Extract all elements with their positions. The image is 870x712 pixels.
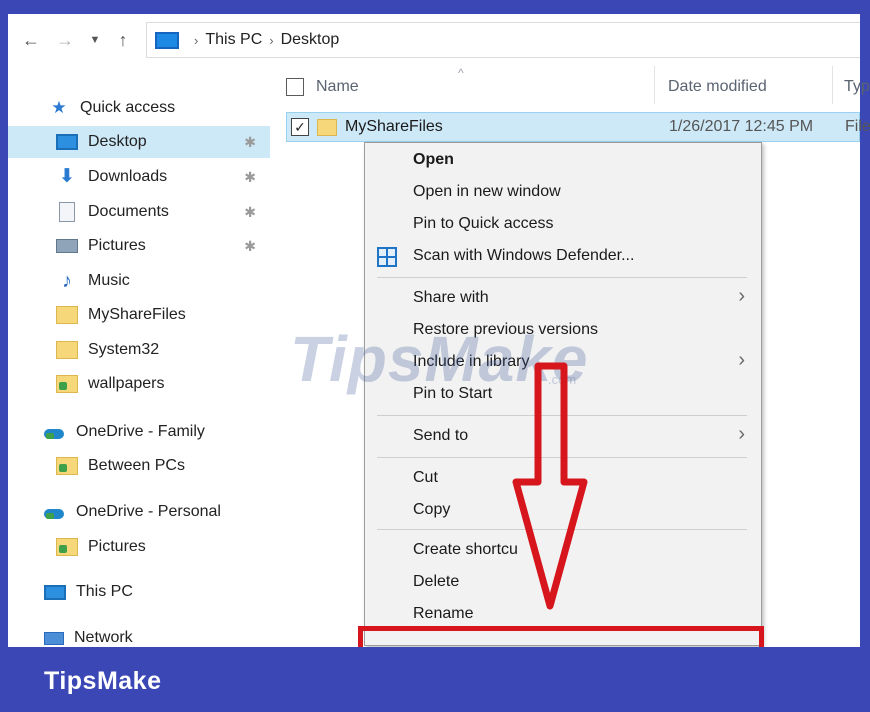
star-icon: ★ — [51, 98, 67, 117]
sidebar-item-label: MyShareFiles — [88, 306, 186, 323]
document-icon — [59, 202, 75, 222]
sidebar-item-documents[interactable]: Documents ✱ — [8, 196, 270, 228]
select-all-checkbox[interactable] — [286, 78, 304, 96]
sidebar-item-wallpapers[interactable]: wallpapers — [8, 368, 270, 400]
sidebar-item-label: Quick access — [80, 99, 176, 116]
sidebar-item-label: Music — [88, 272, 130, 289]
folder-green-icon — [56, 375, 78, 393]
frame-left-border — [0, 0, 8, 712]
sidebar-item-label: Downloads — [88, 168, 168, 185]
frame-right-border — [860, 0, 870, 712]
navigation-pane: ★ Quick access Desktop ✱ ⬇ Downloads ✱ D… — [8, 66, 270, 646]
this-pc-icon — [155, 31, 179, 49]
sidebar-item-label: OneDrive - Family — [76, 423, 205, 440]
menu-separator — [377, 277, 747, 278]
file-date-modified: 1/26/2017 12:45 PM — [669, 118, 814, 135]
folder-green-icon — [56, 538, 78, 556]
sidebar-item-this-pc[interactable]: This PC — [8, 576, 270, 608]
menu-item-copy[interactable]: Copy — [413, 501, 450, 519]
onedrive-icon — [44, 503, 66, 521]
column-header-date-modified[interactable]: Date modified — [668, 78, 767, 102]
menu-item-open[interactable]: Open — [413, 151, 454, 169]
sort-ascending-icon: ^ — [458, 66, 464, 80]
footer-banner: TipsMake — [0, 647, 870, 712]
up-arrow-icon[interactable]: ↑ — [110, 27, 136, 53]
sidebar-item-label: Pictures — [88, 538, 146, 555]
breadcrumb-separator: › — [269, 32, 274, 48]
frame-top-border — [0, 0, 870, 14]
column-header-type[interactable]: Typ — [844, 78, 870, 102]
address-path[interactable]: › This PC › Desktop — [146, 22, 860, 58]
folder-icon — [56, 306, 78, 324]
submenu-chevron-icon: › — [738, 349, 745, 371]
sidebar-item-between-pcs[interactable]: Between PCs — [8, 450, 270, 482]
sidebar-item-desktop[interactable]: Desktop ✱ — [8, 126, 270, 158]
sidebar-item-mysharefiles[interactable]: MyShareFiles — [8, 299, 270, 331]
sidebar-item-onedrive-pictures[interactable]: Pictures — [8, 531, 270, 563]
row-checkbox[interactable]: ✓ — [291, 118, 309, 136]
sidebar-item-label: Network — [74, 629, 133, 646]
sidebar-item-downloads[interactable]: ⬇ Downloads ✱ — [8, 161, 270, 193]
sidebar-item-label: wallpapers — [88, 375, 165, 392]
column-header-name[interactable]: Name — [316, 78, 359, 102]
windows-defender-icon — [377, 247, 397, 267]
breadcrumb-desktop[interactable]: Desktop — [281, 31, 340, 49]
back-arrow-icon[interactable]: ← — [18, 27, 44, 53]
menu-item-send-to[interactable]: Send to — [413, 427, 468, 445]
sidebar-item-label: Between PCs — [88, 457, 185, 474]
download-icon: ⬇ — [59, 166, 75, 187]
submenu-chevron-icon: › — [738, 423, 745, 445]
network-icon — [44, 631, 64, 645]
music-icon: ♪ — [62, 270, 72, 292]
recent-locations-chevron-icon[interactable]: ▼ — [82, 27, 108, 53]
menu-item-open-new-window[interactable]: Open in new window — [413, 183, 561, 201]
menu-item-share-with[interactable]: Share with — [413, 289, 489, 307]
address-bar: ← → ▼ ↑ › This PC › Desktop — [8, 14, 860, 66]
sidebar-item-label: System32 — [88, 341, 160, 358]
sidebar-item-label: Desktop — [88, 133, 147, 150]
forward-arrow-icon[interactable]: → — [52, 27, 78, 53]
folder-green-icon — [56, 457, 78, 475]
folder-icon — [317, 119, 337, 136]
sidebar-item-onedrive-personal[interactable]: OneDrive - Personal — [8, 496, 270, 528]
pin-icon[interactable]: ✱ — [244, 169, 256, 186]
sidebar-item-pictures[interactable]: Pictures ✱ — [8, 230, 270, 262]
banner-brand-text: TipsMake — [44, 667, 162, 695]
table-row[interactable]: ✓ MyShareFiles 1/26/2017 12:45 PM File — [286, 112, 870, 142]
column-divider[interactable] — [654, 66, 655, 104]
sidebar-item-quick-access[interactable]: ★ Quick access — [8, 92, 270, 124]
menu-item-rename[interactable]: Rename — [413, 605, 473, 623]
menu-item-pin-quick-access[interactable]: Pin to Quick access — [413, 215, 554, 233]
menu-item-delete[interactable]: Delete — [413, 573, 459, 591]
desktop-icon — [56, 134, 78, 150]
breadcrumb-separator: › — [194, 32, 199, 48]
file-name[interactable]: MyShareFiles — [345, 118, 443, 136]
submenu-chevron-icon: › — [738, 285, 745, 307]
red-down-arrow-annotation — [512, 362, 588, 610]
pin-icon[interactable]: ✱ — [244, 238, 256, 255]
sidebar-item-music[interactable]: ♪ Music — [8, 265, 270, 297]
sidebar-item-onedrive-family[interactable]: OneDrive - Family — [8, 416, 270, 448]
pin-icon[interactable]: ✱ — [244, 134, 256, 151]
sidebar-item-label: This PC — [76, 583, 133, 600]
pin-icon[interactable]: ✱ — [244, 204, 256, 221]
sidebar-item-label: Documents — [88, 203, 169, 220]
sidebar-item-label: Pictures — [88, 237, 146, 254]
menu-item-cut[interactable]: Cut — [413, 469, 438, 487]
onedrive-icon — [44, 423, 66, 441]
folder-icon — [56, 341, 78, 359]
sidebar-item-system32[interactable]: System32 — [8, 334, 270, 366]
sidebar-item-label: OneDrive - Personal — [76, 503, 221, 520]
computer-icon — [44, 584, 66, 600]
breadcrumb-this-pc[interactable]: This PC — [205, 31, 262, 49]
pictures-icon — [56, 239, 78, 253]
column-divider[interactable] — [832, 66, 833, 104]
file-type: File — [845, 118, 870, 135]
menu-item-scan-defender[interactable]: Scan with Windows Defender... — [413, 247, 634, 265]
